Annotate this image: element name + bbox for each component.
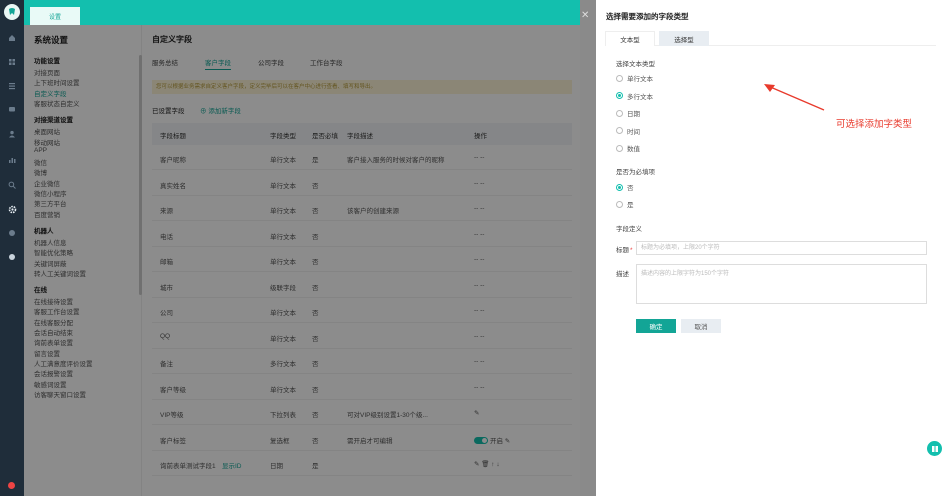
app-logo-icon[interactable] [4, 4, 20, 20]
info-icon[interactable] [7, 252, 17, 262]
radio-icon [616, 92, 623, 99]
required-asterisk: * [630, 247, 633, 254]
grid-icon[interactable] [7, 57, 17, 67]
left-rail [0, 0, 24, 496]
tab-select-type[interactable]: 选择型 [659, 31, 709, 46]
close-icon[interactable]: ✕ [581, 10, 589, 21]
text-type-option[interactable]: 多行文本 [616, 91, 653, 101]
required-label: 是否为必填项 [616, 169, 655, 176]
text-type-option[interactable]: 数值 [616, 143, 640, 153]
radio-icon [616, 144, 623, 152]
title-label: 标题* [616, 244, 633, 254]
text-type-option-label: 日期 [627, 111, 640, 118]
book-icon [931, 445, 938, 452]
user-icon[interactable] [7, 129, 17, 139]
radio-icon [616, 109, 623, 117]
text-type-label: 选择文本类型 [616, 61, 655, 68]
gear-icon[interactable] [7, 204, 17, 214]
notification-dot-icon[interactable] [8, 482, 15, 489]
text-type-option-label: 单行文本 [627, 76, 653, 83]
text-type-option-label: 时间 [627, 128, 640, 136]
title-input[interactable] [636, 241, 927, 255]
chart-icon[interactable] [7, 155, 17, 165]
required-option-label: 是 [627, 202, 634, 209]
modal-overlay[interactable] [24, 25, 580, 496]
desc-label: 描述 [616, 271, 629, 278]
tab-text-type[interactable]: 文本型 [605, 31, 655, 46]
required-option-label: 否 [627, 185, 634, 192]
text-type-option[interactable]: 时间 [616, 126, 640, 136]
radio-icon [616, 200, 623, 208]
home-icon[interactable] [7, 33, 17, 43]
text-type-option-label: 数值 [627, 146, 640, 153]
field-type-drawer: 选择需要添加的字段类型 文本型 选择型 选择文本类型 单行文本多行文本日期时间数… [596, 0, 947, 496]
radio-icon [616, 183, 623, 191]
desc-input[interactable] [636, 264, 927, 304]
drawer-tabs: 文本型 选择型 [605, 31, 936, 46]
title-label-text: 标题 [616, 247, 629, 254]
list-icon[interactable] [7, 81, 17, 91]
help-icon[interactable] [7, 228, 17, 238]
annotation-text: 可选择添加字类型 [836, 119, 913, 130]
floating-chat-button[interactable] [927, 441, 942, 456]
radio-icon [616, 74, 623, 82]
chat-icon[interactable] [7, 105, 17, 115]
top-bar: 设置 [24, 0, 580, 25]
top-tab-settings[interactable]: 设置 [30, 7, 80, 25]
define-label: 字段定义 [616, 226, 642, 233]
annotation-arrow [764, 84, 825, 111]
required-option[interactable]: 否 [616, 182, 634, 192]
drawer-title: 选择需要添加的字段类型 [606, 12, 689, 21]
text-type-option[interactable]: 日期 [616, 108, 640, 118]
text-type-option-label: 多行文本 [627, 93, 653, 101]
radio-icon [616, 127, 623, 134]
search-icon[interactable] [7, 180, 17, 190]
required-option[interactable]: 是 [616, 199, 634, 209]
text-type-option[interactable]: 单行文本 [616, 73, 653, 83]
confirm-button[interactable]: 确定 [636, 319, 676, 333]
cancel-button[interactable]: 取消 [681, 319, 721, 333]
